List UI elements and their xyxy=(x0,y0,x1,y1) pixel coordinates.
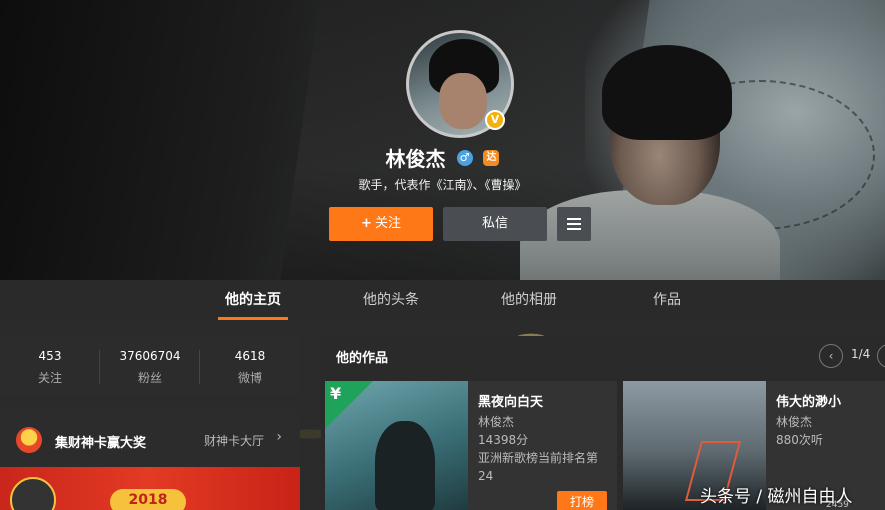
fortune-card-promo[interactable]: 集财神卡赢大奖 财神卡大厅 › 2018 xyxy=(0,410,300,510)
follow-button-label: 关注 xyxy=(374,216,401,231)
promo-avatar xyxy=(10,477,56,510)
work-card[interactable]: ¥ 黑夜向白天 林俊杰 14398分 亚洲新歌榜当前排名第24 打榜 xyxy=(325,381,617,510)
song-score: 14398分 xyxy=(478,433,529,447)
stat-fans[interactable]: 37606704 粉丝 xyxy=(100,336,200,396)
song-title[interactable]: 黑夜向白天 xyxy=(478,391,543,410)
stats-panel: 453 关注 37606704 粉丝 4618 微博 xyxy=(0,336,300,396)
tab-albums[interactable]: 他的相册 xyxy=(489,280,569,320)
profile-name: 林俊杰 xyxy=(385,147,446,171)
album-cover-image[interactable]: ¥ xyxy=(325,381,468,510)
male-gender-icon: ♂ xyxy=(456,149,473,166)
next-page-button[interactable] xyxy=(877,344,885,368)
promo-banner[interactable]: 2018 xyxy=(0,467,300,510)
page-indicator: 1/4 xyxy=(851,347,871,361)
chevron-right-icon: › xyxy=(276,429,282,445)
watermark-text: 头条号 / 磁州自由人 xyxy=(700,487,853,507)
promo-hall-link[interactable]: 财神卡大厅 xyxy=(204,432,264,449)
yen-icon: ¥ xyxy=(330,384,342,403)
verified-badge-icon: V xyxy=(485,110,505,130)
song-title[interactable]: 伟大的渺小 xyxy=(776,391,841,410)
stat-weibo[interactable]: 4618 微博 xyxy=(200,336,300,396)
message-button-label: 私信 xyxy=(481,216,508,231)
song-play-count: 880次听 xyxy=(776,433,823,447)
promo-year-badge: 2018 xyxy=(110,489,186,510)
stat-following[interactable]: 453 关注 xyxy=(0,336,100,396)
tab-headlines[interactable]: 他的头条 xyxy=(351,280,431,320)
profile-bio: 歌手，代表作《江南》、《曹操》 xyxy=(358,178,527,192)
tab-works[interactable]: 作品 xyxy=(632,280,702,320)
song-artist: 林俊杰 xyxy=(776,415,813,429)
prev-page-button[interactable]: ‹ xyxy=(819,344,843,368)
vote-button[interactable]: 打榜 xyxy=(557,491,607,510)
song-rank: 亚洲新歌榜当前排名第24 xyxy=(478,451,599,483)
follow-button[interactable]: + 关注 xyxy=(329,207,433,241)
works-title: 他的作品 xyxy=(336,351,389,366)
stat-fans-label: 粉丝 xyxy=(137,371,162,385)
more-menu-button[interactable] xyxy=(557,207,591,241)
plus-icon: + xyxy=(361,216,372,231)
profile-nav: 他的主页 他的头条 他的相册 作品 xyxy=(0,280,885,320)
promo-title: 集财神卡赢大奖 xyxy=(55,436,147,451)
stat-fans-value: 37606704 xyxy=(119,349,181,363)
level-badge-icon: 达 xyxy=(483,149,500,166)
stat-following-value: 453 xyxy=(38,349,62,363)
profile-name-row: 林俊杰 ♂ 达 xyxy=(0,143,885,172)
stat-weibo-value: 4618 xyxy=(234,349,266,363)
fortune-god-icon xyxy=(16,427,42,453)
hamburger-menu-icon xyxy=(567,218,581,230)
message-button[interactable]: 私信 xyxy=(443,207,547,241)
stat-following-label: 关注 xyxy=(37,371,62,385)
tab-home[interactable]: 他的主页 xyxy=(213,280,293,320)
stat-weibo-label: 微博 xyxy=(237,371,262,385)
song-artist: 林俊杰 xyxy=(478,415,515,429)
